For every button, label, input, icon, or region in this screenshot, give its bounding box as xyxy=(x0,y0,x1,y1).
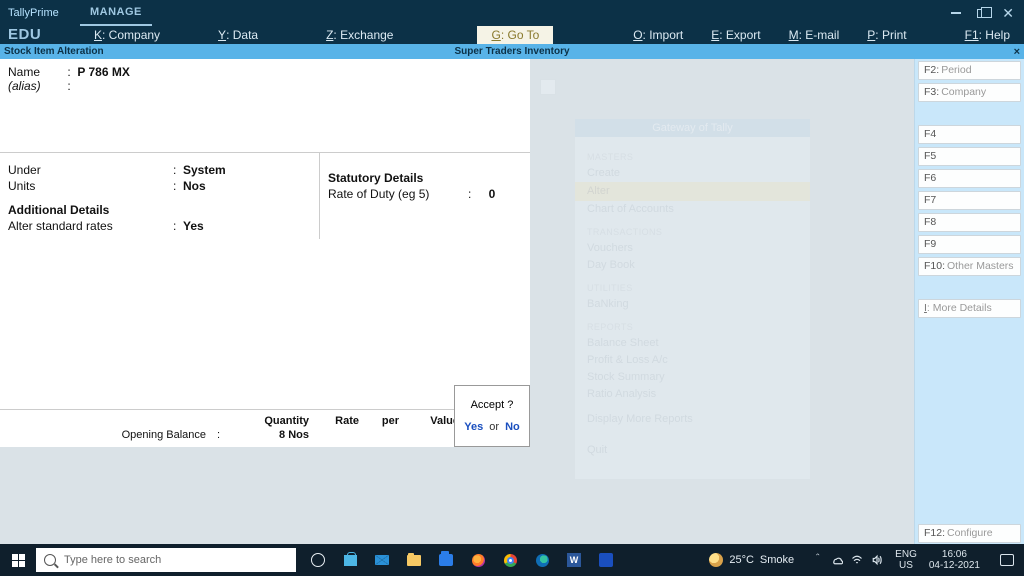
more-details-button[interactable]: I: More Details xyxy=(918,299,1021,318)
opening-balance-label: Opening Balance xyxy=(6,429,206,441)
statutory-title: Statutory Details xyxy=(328,171,522,185)
f3-button[interactable]: F3Company xyxy=(918,83,1021,102)
volume-icon[interactable] xyxy=(871,554,883,566)
f9-button[interactable]: F9 xyxy=(918,235,1021,254)
date: 04-12-2021 xyxy=(929,560,980,572)
menu-exchange[interactable]: Z: Exchange xyxy=(312,26,407,44)
name-label: Name xyxy=(8,65,64,79)
onedrive-icon[interactable] xyxy=(831,554,843,566)
notifications-icon[interactable] xyxy=(1000,554,1014,566)
company-context: Super Traders Inventory xyxy=(454,46,569,57)
tray-chevron-icon[interactable]: ＾ xyxy=(812,552,823,568)
title-bar: TallyPrime MANAGE ✕ xyxy=(0,0,1024,26)
store-icon[interactable] xyxy=(336,544,364,576)
f5-button[interactable]: F5 xyxy=(918,147,1021,166)
close-button[interactable]: ✕ xyxy=(1002,6,1014,20)
menu-data[interactable]: Y: Data xyxy=(204,26,272,44)
search-placeholder: Type here to search xyxy=(64,554,161,566)
alias-label: (alias) xyxy=(8,79,64,93)
stock-item-form: Name: P 786 MX (alias): Under:System Uni… xyxy=(0,59,530,447)
f8-button[interactable]: F8 xyxy=(918,213,1021,232)
context-close-icon[interactable]: × xyxy=(1014,46,1020,58)
minimize-button[interactable] xyxy=(951,6,961,20)
wifi-icon[interactable] xyxy=(851,554,863,566)
f4-button[interactable]: F4 xyxy=(918,125,1021,144)
explorer-icon[interactable] xyxy=(400,544,428,576)
word-icon[interactable]: W xyxy=(560,544,588,576)
tally-icon[interactable] xyxy=(592,544,620,576)
maximize-button[interactable] xyxy=(977,6,986,20)
mail-icon[interactable] xyxy=(368,544,396,576)
menu-goto[interactable]: G: Go To xyxy=(477,26,553,44)
screen-title: Stock Item Alteration xyxy=(0,46,104,57)
cortana-icon[interactable] xyxy=(304,544,332,576)
menu-company[interactable]: K: Company xyxy=(80,26,174,44)
ob-per-header: per xyxy=(359,415,399,427)
rate-duty-value[interactable]: 0 xyxy=(489,187,496,201)
weather-widget[interactable]: 25°C Smoke xyxy=(703,553,800,567)
manage-tab[interactable]: MANAGE xyxy=(80,0,152,26)
chrome-icon[interactable] xyxy=(496,544,524,576)
opening-balance-section: Quantity Rate per Value Opening Balance … xyxy=(0,409,530,447)
opening-balance-qty[interactable]: 8 Nos xyxy=(231,429,309,441)
f10-button[interactable]: F10Other Masters xyxy=(918,257,1021,276)
alter-rates-value[interactable]: Yes xyxy=(183,219,204,233)
weather-temp: 25°C xyxy=(729,554,754,566)
menu-email[interactable]: M: E-mail xyxy=(775,26,854,44)
under-label: Under xyxy=(8,163,173,177)
f7-button[interactable]: F7 xyxy=(918,191,1021,210)
edge-icon[interactable] xyxy=(528,544,556,576)
start-button[interactable] xyxy=(0,544,36,576)
alter-rates-label: Alter standard rates xyxy=(8,219,173,233)
accept-or: or xyxy=(486,421,502,433)
app-name: TallyPrime xyxy=(0,7,80,19)
time: 16:06 xyxy=(942,549,967,561)
window-controls: ✕ xyxy=(951,6,1024,20)
weather-icon xyxy=(709,553,723,567)
accept-question: Accept ? xyxy=(471,399,514,411)
fkey-panel: F2Period F3Company F4 F5 F6 F7 F8 F9 F10… xyxy=(914,59,1024,544)
edition-label: EDU xyxy=(0,26,80,43)
weather-desc: Smoke xyxy=(760,554,794,566)
name-value[interactable]: P 786 MX xyxy=(77,65,129,79)
menu-help[interactable]: F1: Help xyxy=(951,26,1024,44)
f2-button[interactable]: F2Period xyxy=(918,61,1021,80)
rate-duty-label: Rate of Duty (eg 5) xyxy=(328,187,468,201)
taskbar-search[interactable]: Type here to search xyxy=(36,548,296,572)
under-value[interactable]: System xyxy=(183,163,226,177)
units-label: Units xyxy=(8,179,173,193)
menubar: EDU K: Company Y: Data Z: Exchange G: Go… xyxy=(0,26,1024,44)
context-header: Stock Item Alteration Super Traders Inve… xyxy=(0,44,1024,59)
menu-print[interactable]: P: Print xyxy=(853,26,920,44)
firefox-icon[interactable] xyxy=(464,544,492,576)
menu-import[interactable]: O: Import xyxy=(619,26,697,44)
main-area: Gateway of Tally MASTERS Create Alter Ch… xyxy=(0,59,1024,544)
files-icon[interactable] xyxy=(432,544,460,576)
accept-dialog: Accept ? Yes or No xyxy=(454,385,530,447)
accept-no-button[interactable]: No xyxy=(505,421,520,433)
clock[interactable]: 16:06 04-12-2021 xyxy=(923,549,986,572)
search-icon xyxy=(44,554,56,566)
language-indicator[interactable]: ENG US xyxy=(895,549,917,572)
windows-logo-icon xyxy=(12,554,25,567)
taskbar-app-icons: W xyxy=(304,544,620,576)
ob-rate-header: Rate xyxy=(309,415,359,427)
system-tray[interactable]: ＾ xyxy=(806,552,889,568)
additional-title: Additional Details xyxy=(8,203,311,217)
units-value[interactable]: Nos xyxy=(183,179,206,193)
f6-button[interactable]: F6 xyxy=(918,169,1021,188)
accept-yes-button[interactable]: Yes xyxy=(464,421,483,433)
taskbar: Type here to search W 25°C Smoke ＾ ENG U… xyxy=(0,544,1024,576)
menu-export[interactable]: E: Export xyxy=(697,26,774,44)
ob-qty-header: Quantity xyxy=(231,415,309,427)
ob-value-header: Value xyxy=(399,415,459,427)
f12-button[interactable]: F12Configure xyxy=(918,524,1021,543)
